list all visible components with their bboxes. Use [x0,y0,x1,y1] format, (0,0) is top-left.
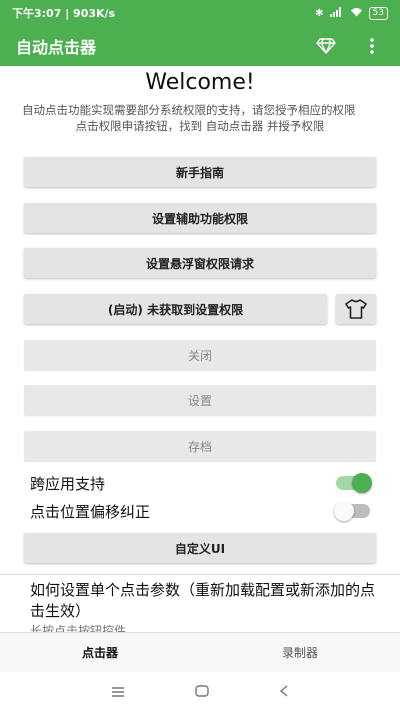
home-icon[interactable] [195,682,209,701]
status-time-speed: 下午3:07 | 903K/s [12,7,116,20]
offset-correction-switch[interactable] [334,501,370,521]
signal-icon [329,6,344,20]
offset-correction-row: 点击位置偏移纠正 [30,498,370,524]
section-title: 如何设置单个点击参数（重新加载配置或新添加的点击生效） [30,581,376,620]
back-icon[interactable] [279,682,289,701]
divider [0,574,400,575]
status-bar: 下午3:07 | 903K/s ✱ 53 [0,0,400,26]
menu-icon[interactable] [111,682,125,701]
main-content: Welcome! 自动点击功能实现需要部分系统权限的支持，请您授予相应的权限 点… [0,66,400,632]
overlay-permission-button[interactable]: 设置悬浮窗权限请求 [24,248,376,278]
battery-icon: 53 [368,6,388,20]
archive-button[interactable]: 存档 [24,431,376,461]
system-nav-bar [0,672,400,711]
custom-ui-button[interactable]: 自定义UI [24,533,376,563]
more-vert-icon[interactable] [360,34,384,58]
bottom-nav: 点击器 录制器 [0,632,400,672]
welcome-title: Welcome! [145,70,255,95]
diamond-icon[interactable] [314,34,338,58]
cross-app-switch[interactable] [336,473,372,493]
app-bar: 自动点击器 [0,26,400,66]
cross-app-label: 跨应用支持 [30,474,106,493]
section-subtitle: 长按点击按钮控件 [30,624,127,632]
close-button[interactable]: 关闭 [24,340,376,370]
bluetooth-icon: ✱ [315,7,324,19]
settings-button[interactable]: 设置 [24,385,376,415]
accessibility-permission-button[interactable]: 设置辅助功能权限 [24,203,376,233]
tab-recorder[interactable]: 录制器 [200,633,400,672]
cross-app-row: 跨应用支持 [30,470,372,496]
permission-instruction: 点击权限申请按钮，找到 自动点击器 并授予权限 [75,119,325,133]
shirt-icon[interactable] [336,294,376,324]
status-icons: ✱ 53 [315,6,388,20]
app-title: 自动点击器 [16,38,97,57]
tab-clicker[interactable]: 点击器 [0,633,200,672]
guide-button[interactable]: 新手指南 [24,157,376,187]
wifi-icon [350,7,363,20]
start-button[interactable]: (启动) 未获取到设置权限 [24,294,327,324]
permission-description: 自动点击功能实现需要部分系统权限的支持，请您授予相应的权限 [22,103,356,117]
offset-correction-label: 点击位置偏移纠正 [30,502,151,521]
